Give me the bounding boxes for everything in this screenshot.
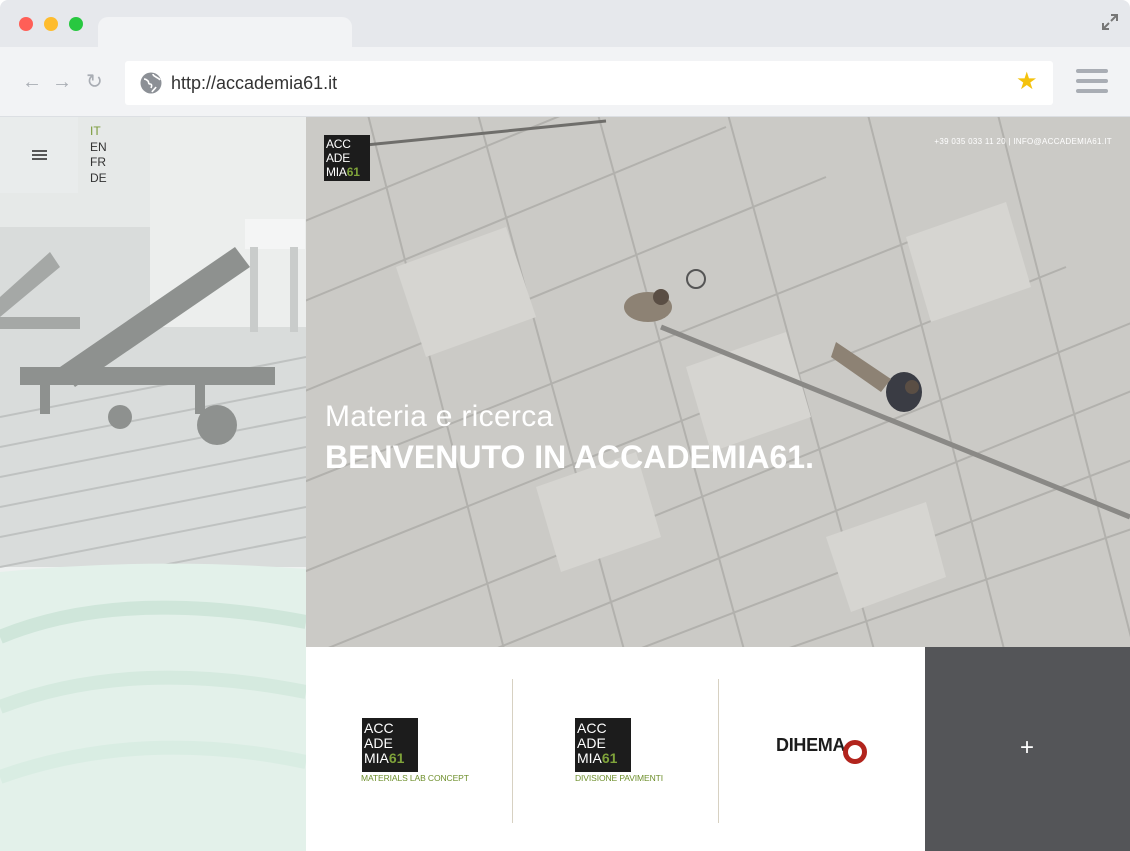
brand-logo-divisione-pavimenti[interactable]: ACC ADE MIA61 — [575, 718, 631, 772]
brand-divider — [718, 679, 719, 823]
brand-divider — [512, 679, 513, 823]
close-window-button[interactable] — [19, 17, 33, 31]
star-icon[interactable]: ★ — [1016, 70, 1038, 94]
expand-icon[interactable] — [1100, 12, 1120, 32]
globe-icon — [140, 72, 162, 94]
brand-caption-materials-lab: MATERIALS LAB CONCEPT — [361, 773, 469, 783]
browser-chrome: ← → ↻ http://accademia61.it ★ — [0, 0, 1130, 117]
maximize-window-button[interactable] — [69, 17, 83, 31]
brand-logo-materials-lab[interactable]: ACC ADE MIA61 — [362, 718, 418, 772]
contact-info[interactable]: +39 035 033 11 20 | INFO@ACCADEMIA61.IT — [934, 137, 1112, 146]
arrow-left-icon[interactable]: ← — [22, 72, 42, 92]
language-switcher: IT EN FR DE — [90, 124, 107, 186]
hero-title: BENVENUTO IN ACCADEMIA61. — [325, 439, 814, 475]
dihema-ring-icon — [843, 740, 867, 764]
more-brands-button[interactable]: + — [925, 647, 1130, 851]
brand-logo-dihema[interactable]: DIHEMA — [776, 735, 846, 756]
hero-section: ACC ADE MIA61 +39 035 033 11 20 | INFO@A… — [306, 117, 1130, 647]
side-photo-illustration — [0, 117, 306, 851]
site-logo[interactable]: ACC ADE MIA61 — [324, 135, 370, 181]
side-photo: IT EN FR DE — [0, 117, 306, 851]
refresh-icon[interactable]: ↻ — [86, 72, 103, 92]
site-menu-button[interactable] — [0, 117, 78, 193]
language-en[interactable]: EN — [90, 140, 107, 156]
arrow-right-icon[interactable]: → — [52, 72, 72, 92]
website-page: IT EN FR DE ACC ADE MIA61 +39 035 033 11… — [0, 117, 1130, 851]
brands-strip: ACC ADE MIA61 MATERIALS LAB CONCEPT ACC … — [306, 647, 925, 851]
language-it[interactable]: IT — [90, 124, 107, 140]
language-fr[interactable]: FR — [90, 155, 107, 171]
browser-tab[interactable] — [98, 17, 352, 47]
hamburger-icon[interactable] — [1076, 69, 1108, 95]
hero-subtitle: Materia e ricerca — [325, 400, 554, 433]
url-text[interactable]: http://accademia61.it — [171, 72, 337, 94]
plus-icon: + — [1020, 734, 1035, 761]
language-de[interactable]: DE — [90, 171, 107, 187]
brand-caption-divisione-pavimenti: DIVISIONE PAVIMENTI — [575, 773, 663, 783]
minimize-window-button[interactable] — [44, 17, 58, 31]
hero-photo — [306, 117, 1130, 647]
